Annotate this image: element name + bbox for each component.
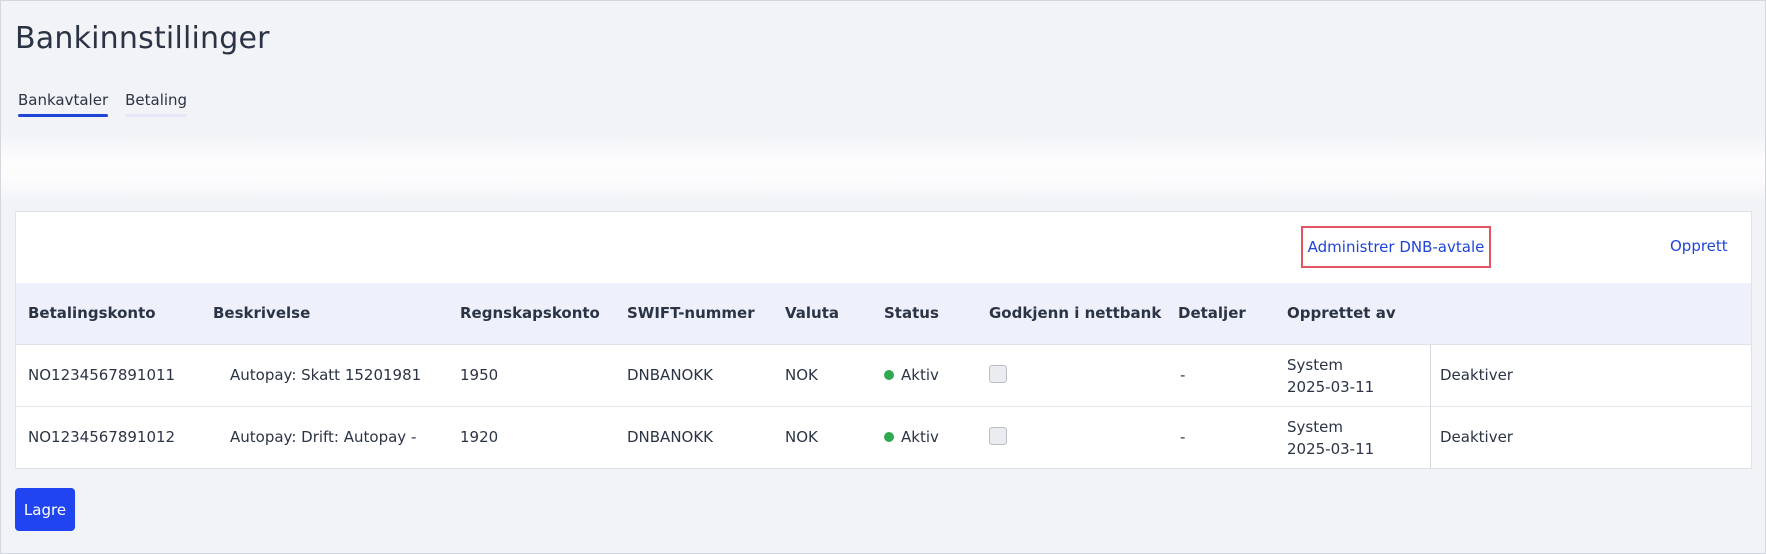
- created-by-name: System: [1287, 356, 1343, 374]
- column-header-created-by: Opprettet av: [1287, 304, 1396, 322]
- card-toolbar: Administrer DNB-avtale Opprett: [16, 212, 1751, 284]
- column-header-swift: SWIFT-nummer: [627, 304, 755, 322]
- description-cell: Autopay: Skatt 15201981: [230, 366, 422, 384]
- column-header-status: Status: [884, 304, 939, 322]
- payment-account-cell: NO1234567891012: [28, 428, 176, 446]
- ledger-account-link[interactable]: 1920: [460, 428, 498, 446]
- description-cell: Autopay: Drift: Autopay -: [230, 428, 417, 446]
- column-header-ledger-account: Regnskapskonto: [460, 304, 600, 322]
- status-badge: Aktiv: [884, 366, 939, 384]
- column-header-payment-account: Betalingskonto: [28, 304, 156, 322]
- page-title: Bankinnstillinger: [15, 21, 270, 56]
- column-header-currency: Valuta: [785, 304, 840, 322]
- deactivate-link[interactable]: Deaktiver: [1440, 428, 1513, 446]
- created-date: 2025-03-11: [1287, 440, 1375, 458]
- currency-cell: NOK: [785, 428, 818, 446]
- swift-cell: DNBANOKK: [627, 428, 714, 446]
- deactivate-link[interactable]: Deaktiver: [1440, 366, 1513, 384]
- table-row: NO1234567891012 Autopay: Drift: Autopay …: [16, 407, 1751, 469]
- save-button[interactable]: Lagre: [15, 488, 75, 531]
- created-by-name: System: [1287, 418, 1343, 436]
- column-header-description: Beskrivelse: [213, 304, 311, 322]
- swift-cell: DNBANOKK: [627, 366, 714, 384]
- details-cell: -: [1180, 428, 1186, 446]
- column-divider: [1430, 345, 1431, 407]
- manage-dnb-agreement-link[interactable]: Administrer DNB-avtale: [1301, 226, 1491, 268]
- manage-dnb-agreement-label: Administrer DNB-avtale: [1307, 238, 1485, 256]
- table-header: Betalingskonto Beskrivelse Regnskapskont…: [16, 283, 1751, 345]
- table-row: NO1234567891011 Autopay: Skatt 15201981 …: [16, 345, 1751, 407]
- app-window: Bankinnstillinger Bankavtaler Betaling A…: [0, 0, 1766, 554]
- status-badge: Aktiv: [884, 428, 939, 446]
- column-header-details: Detaljer: [1178, 304, 1246, 322]
- created-date: 2025-03-11: [1287, 378, 1375, 396]
- created-by-cell: System 2025-03-11: [1287, 354, 1374, 398]
- details-cell: -: [1180, 366, 1186, 384]
- status-label: Aktiv: [901, 428, 939, 446]
- tab-bankavtaler[interactable]: Bankavtaler: [18, 91, 109, 117]
- bank-agreements-card: Administrer DNB-avtale Opprett Betalings…: [15, 211, 1752, 469]
- create-link[interactable]: Opprett: [1670, 237, 1728, 255]
- tab-betaling[interactable]: Betaling: [125, 91, 187, 117]
- tab-bar: Bankavtaler Betaling: [18, 91, 187, 117]
- status-label: Aktiv: [901, 366, 939, 384]
- approve-netbank-checkbox[interactable]: [989, 427, 1007, 445]
- header-shadow: [1, 131, 1765, 203]
- column-header-approve-netbank: Godkjenn i nettbank: [989, 304, 1162, 322]
- column-divider: [1430, 407, 1431, 469]
- approve-netbank-checkbox[interactable]: [989, 365, 1007, 383]
- status-dot-icon: [884, 370, 894, 380]
- status-dot-icon: [884, 432, 894, 442]
- currency-cell: NOK: [785, 366, 818, 384]
- payment-account-cell: NO1234567891011: [28, 366, 176, 384]
- created-by-cell: System 2025-03-11: [1287, 416, 1374, 460]
- ledger-account-link[interactable]: 1950: [460, 366, 498, 384]
